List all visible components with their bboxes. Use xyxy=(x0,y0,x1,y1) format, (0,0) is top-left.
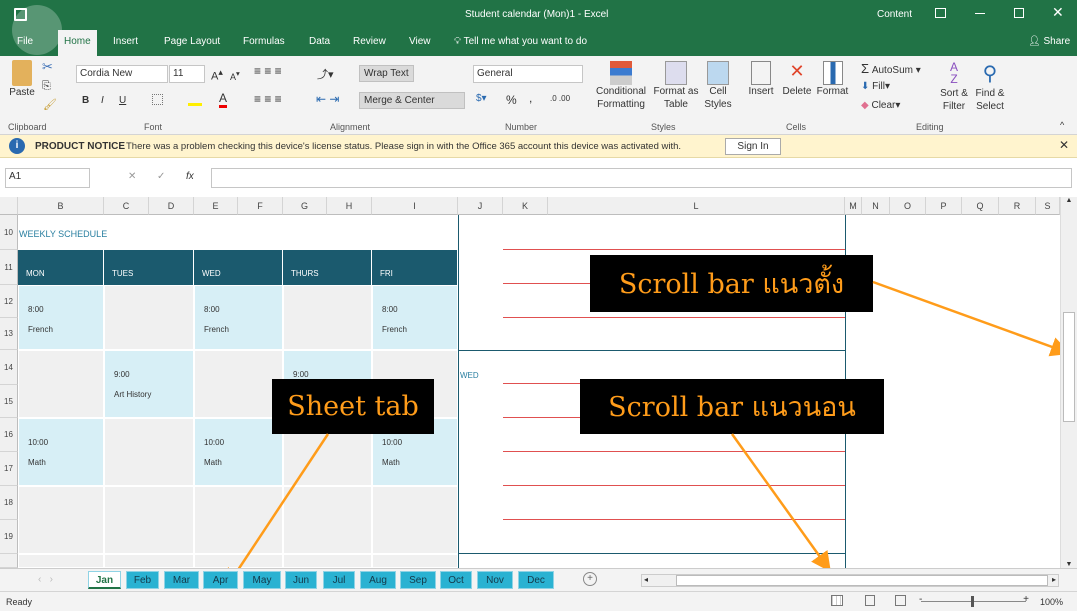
vertical-scroll-thumb[interactable] xyxy=(1063,312,1075,422)
sheet-tab-dec[interactable]: Dec xyxy=(518,571,554,589)
scroll-right-icon[interactable]: ▸ xyxy=(1052,575,1056,584)
zoom-slider[interactable]: - + xyxy=(919,594,1029,607)
zoom-level[interactable]: 100% xyxy=(1040,597,1063,607)
scroll-down-icon[interactable]: ▼ xyxy=(1061,561,1077,568)
page-break-view-icon[interactable] xyxy=(895,595,906,606)
sheet-tab-oct[interactable]: Oct xyxy=(440,571,472,589)
tab-scroll-arrows[interactable]: ‹ › xyxy=(38,574,53,585)
scroll-up-icon[interactable]: ▲ xyxy=(1061,197,1077,204)
page-layout-view-icon[interactable] xyxy=(865,595,875,606)
sheet-tab-jun[interactable]: Jun xyxy=(285,571,317,589)
arrow-to-sheet-tab xyxy=(225,433,330,590)
new-sheet-button[interactable]: + xyxy=(583,572,597,586)
sheet-tab-nov[interactable]: Nov xyxy=(477,571,513,589)
sheet-tab-may[interactable]: May xyxy=(243,571,281,589)
sheet-tab-jan[interactable]: Jan xyxy=(88,571,121,589)
normal-view-icon[interactable] xyxy=(831,595,843,606)
arrow-to-vertical-scrollbar xyxy=(872,280,1071,357)
sheet-tab-aug[interactable]: Aug xyxy=(360,571,396,589)
status-ready: Ready xyxy=(6,597,33,607)
arrow-to-horizontal-scrollbar xyxy=(730,433,831,573)
sheet-tab-mar[interactable]: Mar xyxy=(164,571,199,589)
sheet-tab-sep[interactable]: Sep xyxy=(400,571,436,589)
sheet-tab-feb[interactable]: Feb xyxy=(126,571,159,589)
sheet-tab-apr[interactable]: Apr xyxy=(203,571,238,589)
vertical-scrollbar[interactable]: ▲ ▼ xyxy=(1060,197,1077,568)
status-bar: Ready - + 100% xyxy=(0,591,1077,611)
sheet-tab-jul[interactable]: Jul xyxy=(323,571,355,589)
zoom-slider-thumb[interactable] xyxy=(971,596,974,607)
scroll-left-icon[interactable]: ◂ xyxy=(644,575,648,584)
annotation-arrows xyxy=(225,280,1071,590)
horizontal-scrollbar[interactable]: ◂ ▸ xyxy=(641,574,1059,587)
horizontal-scroll-thumb[interactable] xyxy=(676,575,1048,586)
